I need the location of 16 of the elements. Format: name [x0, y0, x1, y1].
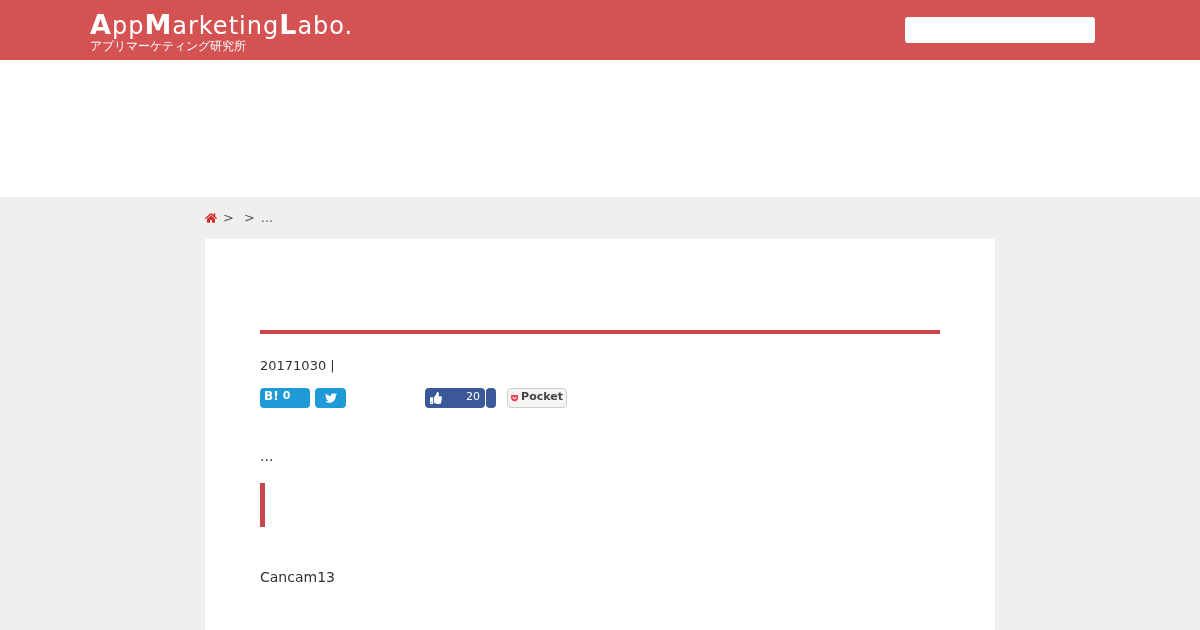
- bird-icon: [324, 391, 337, 404]
- thumbs-up-icon: [430, 391, 442, 404]
- search-field[interactable]: [905, 17, 1095, 43]
- breadcrumb-separator: >: [223, 209, 234, 228]
- share-button[interactable]: [486, 387, 496, 408]
- like-button[interactable]: 20: [425, 387, 485, 408]
- breadcrumb-separator: >: [243, 209, 255, 228]
- tweet-button[interactable]: [315, 387, 346, 408]
- home-icon[interactable]: [205, 212, 217, 224]
- quote-bar: [260, 482, 265, 527]
- pocket-button[interactable]: Pocket: [507, 387, 567, 408]
- breadcrumb-current: ...: [260, 209, 274, 228]
- excerpt-text: ...: [260, 446, 275, 466]
- body-text: Cancam13: [260, 567, 336, 587]
- site-logo[interactable]: App Marketing Labo. アプリマーケティング研究所: [90, 8, 354, 52]
- post-date: 20171030 |: [260, 357, 336, 375]
